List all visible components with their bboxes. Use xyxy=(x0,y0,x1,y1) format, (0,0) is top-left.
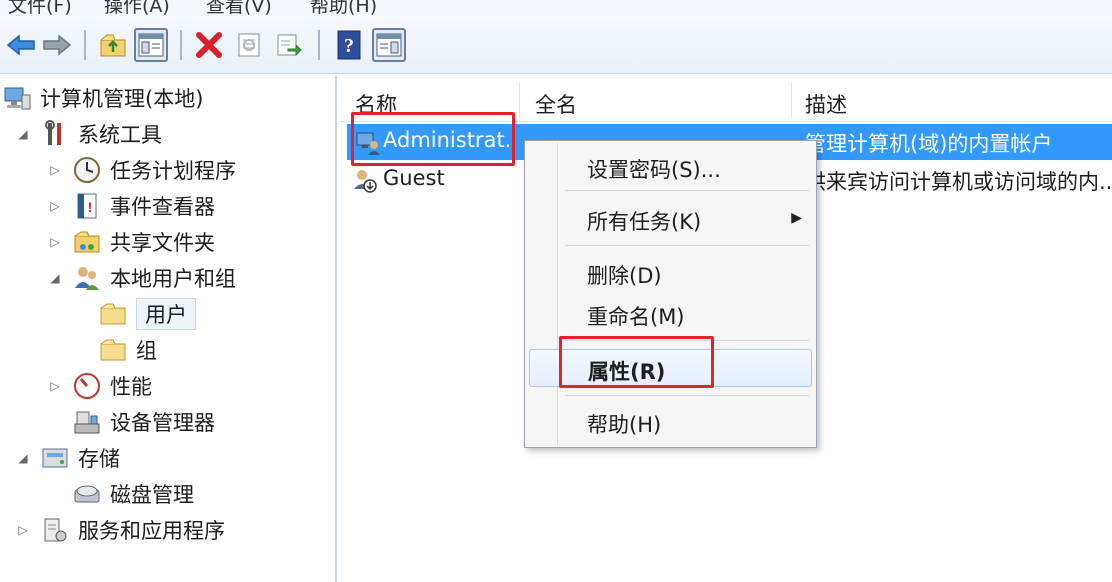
clock-icon xyxy=(72,155,102,185)
menu-item-properties[interactable]: 属性(R) xyxy=(529,349,812,387)
menu-view[interactable]: 查看(V) xyxy=(206,0,272,16)
column-header: 名称 全名 描述 xyxy=(339,76,1112,122)
tree-label: 用户 xyxy=(136,298,196,330)
tree-label: 事件查看器 xyxy=(110,195,215,219)
column-name[interactable]: 名称 xyxy=(355,89,397,119)
tree-item-users[interactable]: 用户 xyxy=(98,298,196,330)
menu-action[interactable]: 操作(A) xyxy=(104,0,170,16)
show-tree-icon[interactable] xyxy=(134,28,168,62)
tree-label: 存储 xyxy=(78,447,120,471)
computer-management-icon xyxy=(2,83,32,113)
tree-label: 计算机管理(本地) xyxy=(40,87,204,111)
event-viewer-icon: ! xyxy=(72,191,102,221)
tree-item-performance[interactable]: ▷ 性能 xyxy=(46,370,152,402)
expand-arrow-icon[interactable]: ▷ xyxy=(46,163,64,177)
list-cell-description: 供来宾访问计算机或访问域的内... xyxy=(805,170,1112,194)
disk-icon xyxy=(72,479,102,509)
storage-icon xyxy=(40,443,70,473)
menu-item-all-tasks[interactable]: 所有任务(K) ▶ xyxy=(529,200,812,238)
tree-label: 共享文件夹 xyxy=(110,231,215,255)
context-menu: 设置密码(S)... 所有任务(K) ▶ 删除(D) 重命名(M) 属性(R) … xyxy=(524,140,817,448)
svg-text:!: ! xyxy=(88,199,93,215)
tree-label: 组 xyxy=(136,339,157,363)
tree-item-system-tools[interactable]: ◢ 系统工具 xyxy=(14,118,162,150)
tree-item-event-viewer[interactable]: ▷ ! 事件查看器 xyxy=(46,190,215,222)
menu-item-help[interactable]: 帮助(H) xyxy=(529,403,812,441)
menu-bar: 文件(F) 操作(A) 查看(V) 帮助(H) xyxy=(0,0,1112,16)
back-icon[interactable] xyxy=(4,28,38,62)
tree-item-storage[interactable]: ◢ 存储 xyxy=(14,442,120,474)
up-folder-icon[interactable] xyxy=(96,28,130,62)
properties-icon[interactable] xyxy=(232,28,266,62)
tree-item-shared-folders[interactable]: ▷ 共享文件夹 xyxy=(46,226,215,258)
tree-label: 服务和应用程序 xyxy=(78,519,225,543)
list-cell-name: Guest xyxy=(383,166,445,190)
column-description[interactable]: 描述 xyxy=(805,89,847,119)
tree-label: 系统工具 xyxy=(78,123,162,147)
menu-item-rename[interactable]: 重命名(M) xyxy=(529,295,812,333)
action-pane-icon[interactable] xyxy=(372,28,406,62)
forward-icon[interactable] xyxy=(40,28,74,62)
help-icon[interactable]: ? xyxy=(332,28,366,62)
expand-arrow-icon[interactable]: ▷ xyxy=(46,379,64,393)
tree-item-services-apps[interactable]: ▷ 服务和应用程序 xyxy=(14,514,225,546)
menu-item-label: 属性(R) xyxy=(588,360,666,384)
menu-item-label: 所有任务(K) xyxy=(587,210,702,234)
tree-label: 任务计划程序 xyxy=(110,159,236,183)
menu-item-delete[interactable]: 删除(D) xyxy=(529,254,812,292)
performance-icon xyxy=(72,371,102,401)
shared-folder-icon xyxy=(72,227,102,257)
menu-item-label: 设置密码(S)... xyxy=(587,158,721,182)
folder-icon xyxy=(98,299,128,329)
expand-arrow-icon[interactable]: ▷ xyxy=(46,199,64,213)
column-fullname[interactable]: 全名 xyxy=(535,89,577,119)
tree-item-groups[interactable]: 组 xyxy=(98,334,157,366)
menu-item-label: 删除(D) xyxy=(587,264,662,288)
tools-icon xyxy=(40,119,70,149)
tree-item-device-manager[interactable]: 设备管理器 xyxy=(72,406,215,438)
disabled-user-icon xyxy=(351,167,379,195)
expand-arrow-icon[interactable]: ▷ xyxy=(14,523,32,537)
menu-item-set-password[interactable]: 设置密码(S)... xyxy=(529,148,812,186)
tree-pane: 计算机管理(本地) ◢ 系统工具 ▷ 任务计划程序 ▷ ! 事件查看器 ▷ 共享… xyxy=(0,76,337,582)
user-icon xyxy=(355,129,383,157)
tree-item-local-users-groups[interactable]: ◢ 本地用户和组 xyxy=(46,262,236,294)
menu-help[interactable]: 帮助(H) xyxy=(310,0,377,16)
collapse-arrow-icon[interactable]: ◢ xyxy=(14,127,32,141)
menu-file[interactable]: 文件(F) xyxy=(8,0,72,16)
tree-item-computer-management[interactable]: 计算机管理(本地) xyxy=(2,82,203,114)
users-group-icon xyxy=(72,263,102,293)
collapse-arrow-icon[interactable]: ◢ xyxy=(14,451,32,465)
submenu-arrow-icon: ▶ xyxy=(791,210,802,226)
device-manager-icon xyxy=(72,407,102,437)
export-icon[interactable] xyxy=(272,28,306,62)
menu-item-label: 帮助(H) xyxy=(587,413,662,437)
tree-label: 磁盘管理 xyxy=(110,483,194,507)
toolbar: ? xyxy=(0,16,1112,74)
tree-label: 本地用户和组 xyxy=(110,267,236,291)
list-cell-name: Administrat... xyxy=(383,128,513,152)
collapse-arrow-icon[interactable]: ◢ xyxy=(46,271,64,285)
tree-label: 设备管理器 xyxy=(110,411,215,435)
menu-item-label: 重命名(M) xyxy=(587,305,685,329)
svg-text:?: ? xyxy=(344,35,354,57)
tree-label: 性能 xyxy=(110,375,152,399)
expand-arrow-icon[interactable]: ▷ xyxy=(46,235,64,249)
folder-icon xyxy=(98,335,128,365)
tree-item-task-scheduler[interactable]: ▷ 任务计划程序 xyxy=(46,154,236,186)
services-icon xyxy=(40,515,70,545)
list-cell-description: 管理计算机(域)的内置帐户 xyxy=(805,132,1053,156)
tree-item-disk-management[interactable]: 磁盘管理 xyxy=(72,478,194,510)
delete-icon[interactable] xyxy=(192,28,226,62)
